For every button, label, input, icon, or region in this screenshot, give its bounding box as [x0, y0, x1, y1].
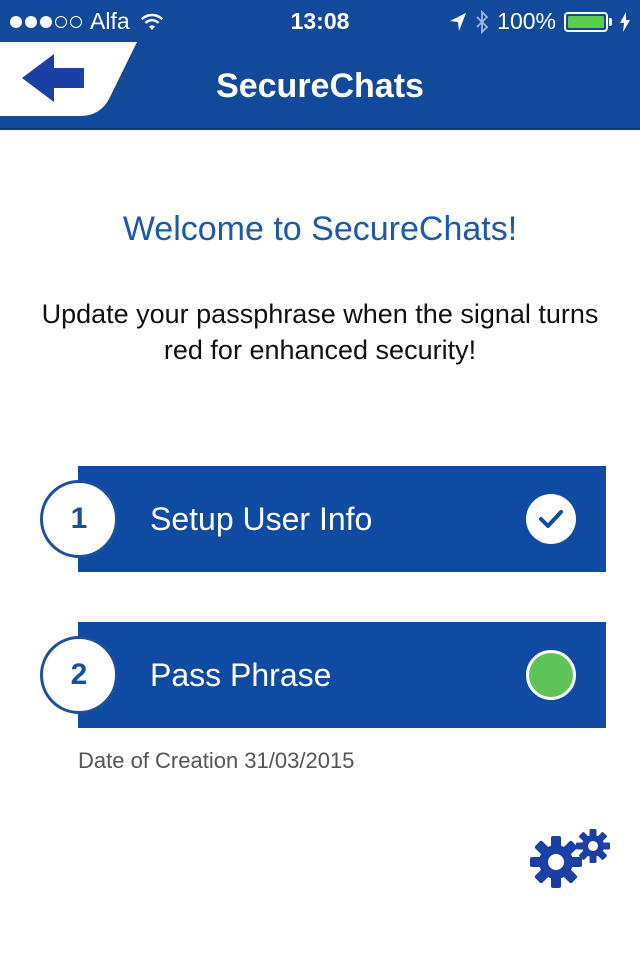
step-setup-user-info[interactable]: 1 Setup User Info: [40, 466, 606, 572]
signal-status-indicator: [526, 650, 576, 700]
status-bar: Alfa 13:08 100%: [0, 0, 640, 42]
battery-icon: [564, 11, 612, 32]
back-button[interactable]: [0, 42, 140, 118]
step-number-badge: 1: [40, 480, 118, 558]
checkmark-icon: [526, 494, 576, 544]
location-arrow-icon: [450, 12, 467, 31]
nav-bar: SecureChats: [0, 42, 640, 130]
step-label: Setup User Info: [150, 500, 373, 537]
battery-percent: 100%: [497, 8, 556, 34]
welcome-title: Welcome to SecureChats!: [122, 210, 518, 248]
bluetooth-icon: [476, 9, 489, 34]
battery-level-fill: [568, 15, 604, 28]
step-number-badge: 2: [40, 636, 118, 714]
status-right: 100%: [449, 8, 630, 35]
step-pass-phrase[interactable]: 2 Pass Phrase: [40, 622, 606, 728]
step-label: Pass Phrase: [150, 656, 332, 693]
settings-button[interactable]: [530, 826, 614, 890]
charging-bolt-icon: [620, 11, 630, 32]
gears-icon: [530, 829, 610, 888]
welcome-description: Update your passphrase when the signal t…: [41, 299, 599, 365]
creation-date: Date of Creation 31/03/2015: [78, 748, 355, 773]
